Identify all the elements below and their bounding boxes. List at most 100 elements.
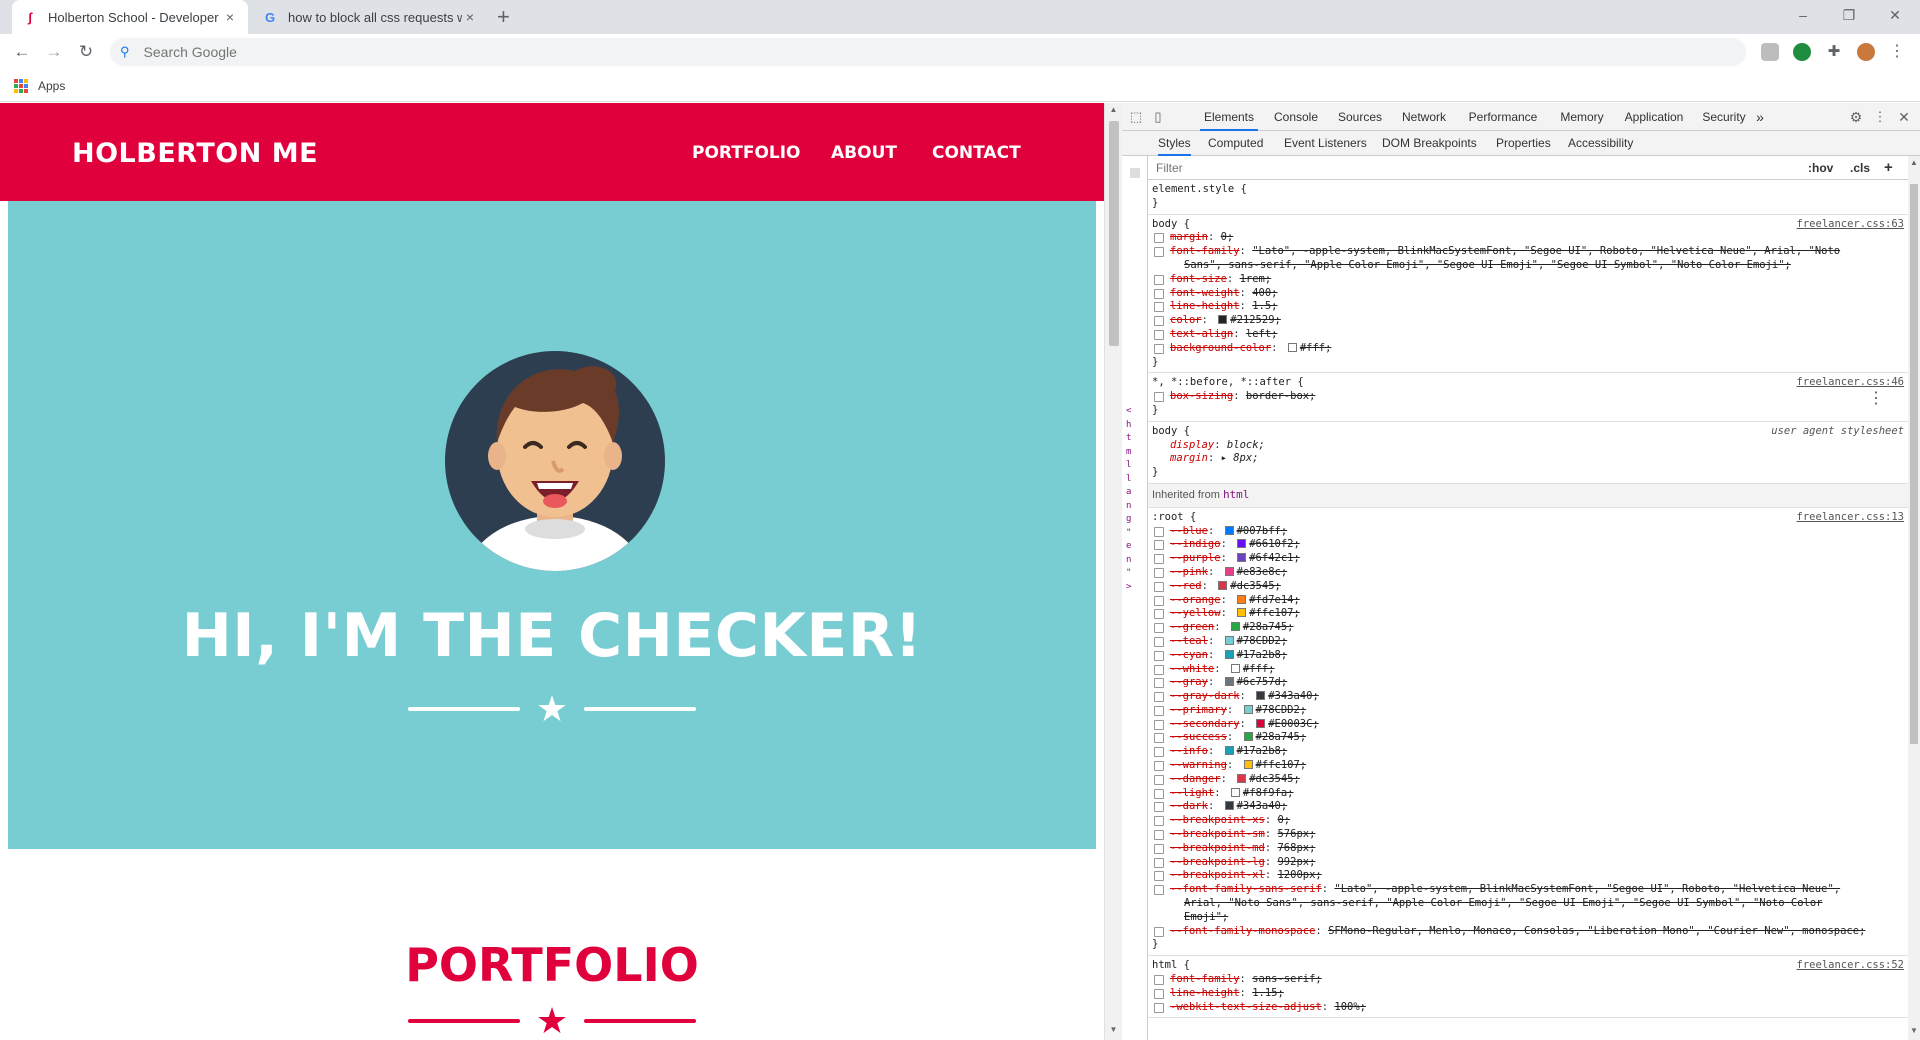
css-property[interactable]: margin [1170, 231, 1208, 243]
browser-tab-holberton[interactable]: ʃ Holberton School - Developer to × [12, 0, 248, 34]
restore-button[interactable]: ❐ [1826, 0, 1872, 30]
css-value[interactable]: SFMono-Regular, Menlo, Monaco, Consolas,… [1328, 925, 1865, 937]
color-swatch[interactable] [1243, 732, 1253, 742]
css-value[interactable]: #E0003C; [1268, 718, 1319, 730]
css-property[interactable]: --green [1170, 621, 1214, 633]
page-scrollbar[interactable]: ▲ ▼ [1104, 103, 1122, 1040]
css-property[interactable]: text-align [1170, 328, 1233, 340]
declaration-checkbox[interactable] [1154, 843, 1164, 854]
css-selector[interactable]: element.style { [1152, 183, 1904, 197]
css-value[interactable]: #fd7e14; [1249, 594, 1300, 606]
scroll-up-icon[interactable]: ▲ [1105, 105, 1122, 114]
css-value[interactable]: #6610f2; [1249, 538, 1300, 550]
css-property[interactable]: --info [1170, 745, 1208, 757]
css-value[interactable]: #17a2b8; [1237, 649, 1288, 661]
css-property[interactable]: --success [1170, 731, 1227, 743]
devtools-tab-console[interactable]: Console [1268, 103, 1324, 131]
close-tab-icon[interactable]: × [222, 9, 238, 25]
styles-filter-input[interactable] [1156, 160, 1756, 175]
cls-toggle[interactable]: .cls [1850, 161, 1870, 175]
extension-green-icon[interactable] [1793, 43, 1811, 61]
browser-tab-google[interactable]: G how to block all css requests with × [252, 0, 488, 34]
css-property[interactable]: --indigo [1170, 538, 1221, 550]
profile-avatar[interactable] [1857, 43, 1875, 61]
css-value[interactable]: #78CDD2; [1256, 704, 1307, 716]
color-swatch[interactable] [1224, 649, 1234, 659]
css-property[interactable]: --breakpoint-sm [1170, 828, 1265, 840]
color-swatch[interactable] [1287, 342, 1297, 352]
declaration-checkbox[interactable] [1154, 581, 1164, 592]
declaration-checkbox[interactable] [1154, 692, 1164, 703]
css-value[interactable]: #78CDD2; [1237, 635, 1288, 647]
declaration-checkbox[interactable] [1154, 636, 1164, 647]
css-value[interactable]: #343a40; [1268, 690, 1319, 702]
color-swatch[interactable] [1224, 677, 1234, 687]
styles-scrollbar[interactable]: ▲ ▼ [1908, 156, 1920, 1040]
hov-toggle[interactable]: :hov [1808, 161, 1833, 175]
css-value[interactable]: left; [1246, 328, 1278, 340]
devtools-tab-memory[interactable]: Memory [1552, 103, 1612, 131]
css-property[interactable]: --orange [1170, 594, 1221, 606]
declaration-checkbox[interactable] [1154, 885, 1164, 896]
devtools-tab-sources[interactable]: Sources [1332, 103, 1388, 131]
css-property[interactable]: --danger [1170, 773, 1221, 785]
declaration-checkbox[interactable] [1154, 540, 1164, 551]
customize-kebab-icon[interactable]: ⋮ [1872, 109, 1888, 125]
css-property[interactable]: font-family [1170, 245, 1240, 257]
nav-link-portfolio[interactable]: PORTFOLIO [692, 143, 801, 163]
declaration-checkbox[interactable] [1154, 733, 1164, 744]
rule-source-link[interactable]: freelancer.css:13 [1797, 511, 1904, 525]
color-swatch[interactable] [1224, 525, 1234, 535]
css-property[interactable]: font-size [1170, 273, 1227, 285]
css-property[interactable]: box-sizing [1170, 390, 1233, 402]
css-value[interactable]: #6f42c1; [1249, 552, 1300, 564]
css-value[interactable]: #fff; [1300, 342, 1332, 354]
declaration-checkbox[interactable] [1154, 392, 1164, 403]
css-value[interactable]: #28a745; [1243, 621, 1294, 633]
color-swatch[interactable] [1237, 773, 1247, 783]
apps-grid-icon[interactable] [14, 78, 28, 93]
declaration-checkbox[interactable] [1154, 705, 1164, 716]
scroll-down-icon[interactable]: ▼ [1105, 1025, 1122, 1034]
css-value[interactable]: 1rem; [1240, 273, 1272, 285]
extensions-puzzle-icon[interactable]: ✚ [1825, 43, 1843, 61]
color-swatch[interactable] [1243, 760, 1253, 770]
color-swatch[interactable] [1230, 787, 1240, 797]
css-property[interactable]: --breakpoint-xl [1170, 869, 1265, 881]
css-property[interactable]: font-family [1170, 973, 1240, 985]
declaration-checkbox[interactable] [1154, 302, 1164, 313]
color-swatch[interactable] [1237, 553, 1247, 563]
subtab-properties[interactable]: Properties [1496, 131, 1551, 156]
color-swatch[interactable] [1243, 704, 1253, 714]
css-value[interactable]: block; [1227, 439, 1265, 451]
forward-button[interactable]: → [42, 40, 66, 64]
css-property[interactable]: --blue [1170, 525, 1208, 537]
color-swatch[interactable] [1256, 718, 1266, 728]
minimize-button[interactable]: – [1780, 0, 1826, 30]
color-swatch[interactable] [1237, 594, 1247, 604]
subtab-computed[interactable]: Computed [1208, 131, 1263, 156]
color-swatch[interactable] [1230, 622, 1240, 632]
gutter-scroll-thumb[interactable] [1130, 168, 1140, 178]
declaration-checkbox[interactable] [1154, 554, 1164, 565]
devtools-tab-elements[interactable]: Elements [1200, 103, 1258, 131]
close-tab-icon[interactable]: × [462, 9, 478, 25]
css-property[interactable]: --font-family-monospace [1170, 925, 1315, 937]
css-value[interactable]: #212529; [1230, 314, 1281, 326]
css-value[interactable]: 100%; [1334, 1001, 1366, 1013]
declaration-checkbox[interactable] [1154, 774, 1164, 785]
close-devtools-icon[interactable]: ✕ [1896, 109, 1912, 125]
color-swatch[interactable] [1218, 315, 1228, 325]
declaration-checkbox[interactable] [1154, 526, 1164, 537]
css-property[interactable]: margin [1170, 452, 1208, 464]
css-property[interactable]: --primary [1170, 704, 1227, 716]
css-property[interactable]: --cyan [1170, 649, 1208, 661]
device-toolbar-icon[interactable]: ▯ [1150, 109, 1166, 125]
declaration-checkbox[interactable] [1154, 650, 1164, 661]
rule-menu-kebab-icon[interactable]: ⋮ [1868, 390, 1884, 406]
css-value[interactable]: Emoji"; [1184, 911, 1228, 923]
nav-link-about[interactable]: ABOUT [831, 143, 897, 163]
css-property[interactable]: --yellow [1170, 607, 1221, 619]
devtools-tab-application[interactable]: Application [1618, 103, 1690, 131]
declaration-checkbox[interactable] [1154, 288, 1164, 299]
